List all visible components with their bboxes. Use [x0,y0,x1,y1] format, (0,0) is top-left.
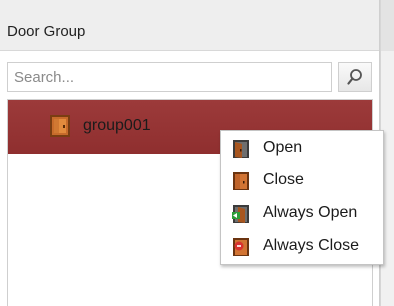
magnifier-icon [347,69,362,85]
door-always-close-icon [233,238,249,256]
search-button[interactable] [338,62,372,92]
door-always-open-icon [232,205,249,223]
tree-item-label: group001 [83,117,151,134]
menu-item-always-close[interactable]: Always Close [221,230,383,262]
menu-item-label: Always Open [263,204,358,221]
menu-item-label: Always Close [263,237,360,254]
menu-item-open[interactable]: Open [221,132,383,164]
door-closed-icon [233,172,249,190]
menu-item-label: Open [263,139,303,156]
context-menu: Open Close Always Open Always Close [220,130,384,265]
panel-title: Door Group [7,23,86,40]
door-open-icon [233,140,249,158]
door-group-icon [50,115,70,137]
menu-item-label: Close [263,171,304,188]
panel-header: Door Group [0,0,379,51]
search-input[interactable] [7,62,332,92]
menu-item-always-open[interactable]: Always Open [221,197,383,229]
menu-item-close[interactable]: Close [221,164,383,196]
